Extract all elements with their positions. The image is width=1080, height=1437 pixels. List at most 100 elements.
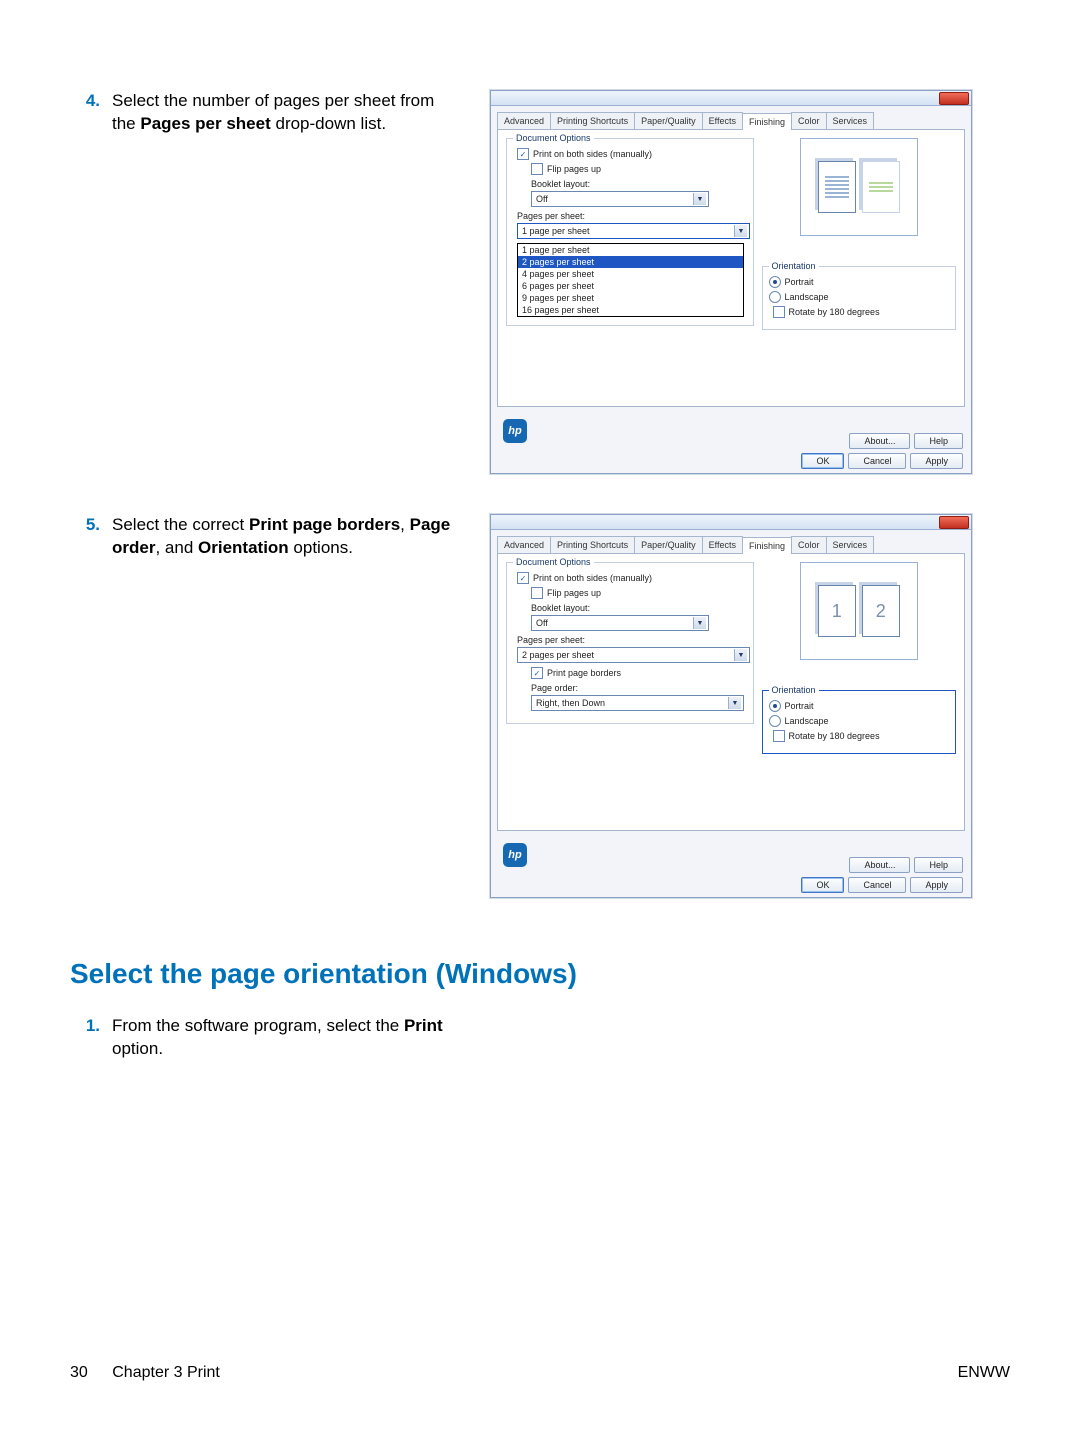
orientation-legend: Orientation	[769, 685, 819, 695]
step4-part-c: drop-down list.	[271, 114, 386, 133]
print-both-sides-checkbox[interactable]: ✓Print on both sides (manually)	[517, 572, 747, 584]
apply-button[interactable]: Apply	[910, 453, 963, 469]
hp-logo-icon: hp	[503, 843, 527, 867]
titlebar	[491, 91, 971, 106]
tab-advanced[interactable]: Advanced	[497, 112, 551, 129]
tab-paper[interactable]: Paper/Quality	[634, 112, 703, 129]
pps-label: Pages per sheet:	[517, 635, 747, 645]
pps-dropdown-list[interactable]: 1 page per sheet 2 pages per sheet 4 pag…	[517, 243, 744, 317]
step5-b: Print page borders	[249, 515, 400, 534]
close-icon[interactable]	[939, 516, 969, 529]
step4-bold: Pages per sheet	[140, 114, 270, 133]
rotate-checkbox[interactable]: Rotate by 180 degrees	[773, 730, 950, 742]
titlebar	[491, 515, 971, 530]
preview-page-2: 2	[862, 585, 900, 637]
page-number: 30	[70, 1364, 88, 1381]
step-number-5: 5.	[70, 514, 112, 560]
chevron-down-icon: ▼	[734, 225, 747, 237]
orientation-group: Orientation Portrait Landscape Rotate by…	[762, 690, 957, 754]
portrait-label: Portrait	[785, 701, 814, 711]
pps-label: Pages per sheet:	[517, 211, 747, 221]
step1-b: Print	[404, 1016, 443, 1035]
step1-c: option.	[112, 1039, 163, 1058]
chevron-down-icon: ▼	[693, 193, 706, 205]
tab-color[interactable]: Color	[791, 112, 827, 129]
pps-selected: 2 pages per sheet	[522, 650, 594, 660]
close-icon[interactable]	[939, 92, 969, 105]
print-preferences-dialog-2: Advanced Printing Shortcuts Paper/Qualit…	[490, 514, 972, 898]
ok-button[interactable]: OK	[801, 453, 844, 469]
preview-page-1: 1	[818, 585, 856, 637]
pages-per-sheet-dropdown[interactable]: 2 pages per sheet▼	[517, 647, 750, 663]
print-both-label: Print on both sides (manually)	[533, 149, 652, 159]
pages-per-sheet-dropdown[interactable]: 1 page per sheet▼	[517, 223, 750, 239]
pps-option-2[interactable]: 2 pages per sheet	[518, 256, 743, 268]
cancel-button[interactable]: Cancel	[848, 877, 906, 893]
tab-services[interactable]: Services	[826, 112, 875, 129]
page-order-value: Right, then Down	[536, 698, 605, 708]
tab-color[interactable]: Color	[791, 536, 827, 553]
step5-g: options.	[289, 538, 353, 557]
print-both-label: Print on both sides (manually)	[533, 573, 652, 583]
flip-pages-checkbox[interactable]: Flip pages up	[531, 587, 747, 599]
step5-e: , and	[155, 538, 198, 557]
document-options-group: Document Options ✓Print on both sides (m…	[506, 562, 754, 724]
tab-services[interactable]: Services	[826, 536, 875, 553]
step1-a: From the software program, select the	[112, 1016, 404, 1035]
rotate-checkbox[interactable]: Rotate by 180 degrees	[773, 306, 950, 318]
chapter-label: Chapter 3 Print	[112, 1364, 220, 1381]
orientation-legend: Orientation	[769, 261, 819, 271]
footer-right: ENWW	[958, 1364, 1010, 1382]
booklet-dropdown[interactable]: Off▼	[531, 615, 709, 631]
page-order-dropdown[interactable]: Right, then Down▼	[531, 695, 744, 711]
pps-option-4[interactable]: 4 pages per sheet	[518, 268, 743, 280]
portrait-radio[interactable]: Portrait	[769, 276, 950, 288]
pps-option-9[interactable]: 9 pages per sheet	[518, 292, 743, 304]
step-text-5: Select the correct Print page borders, P…	[112, 514, 460, 560]
portrait-radio[interactable]: Portrait	[769, 700, 950, 712]
rotate-label: Rotate by 180 degrees	[789, 731, 880, 741]
landscape-label: Landscape	[785, 716, 829, 726]
tab-finishing[interactable]: Finishing	[742, 537, 792, 554]
step5-a: Select the correct	[112, 515, 249, 534]
orientation-group: Orientation Portrait Landscape Rotate by…	[762, 266, 957, 330]
tab-advanced[interactable]: Advanced	[497, 536, 551, 553]
booklet-label: Booklet layout:	[531, 179, 747, 189]
flip-pages-checkbox[interactable]: Flip pages up	[531, 163, 747, 175]
doc-options-legend: Document Options	[513, 133, 594, 143]
booklet-dropdown[interactable]: Off ▼	[531, 191, 709, 207]
flip-label: Flip pages up	[547, 588, 601, 598]
tab-shortcuts[interactable]: Printing Shortcuts	[550, 112, 635, 129]
tab-effects[interactable]: Effects	[702, 536, 743, 553]
preview-page-1	[818, 161, 856, 213]
step5-f: Orientation	[198, 538, 289, 557]
page-preview	[800, 138, 918, 236]
pps-option-6[interactable]: 6 pages per sheet	[518, 280, 743, 292]
borders-label: Print page borders	[547, 668, 621, 678]
landscape-label: Landscape	[785, 292, 829, 302]
landscape-radio[interactable]: Landscape	[769, 715, 950, 727]
about-button[interactable]: About...	[849, 857, 910, 873]
document-options-group: Document Options ✓Print on both sides (m…	[506, 138, 754, 326]
page-order-label: Page order:	[531, 683, 747, 693]
help-button[interactable]: Help	[914, 433, 963, 449]
step-text-1: From the software program, select the Pr…	[112, 1015, 460, 1061]
about-button[interactable]: About...	[849, 433, 910, 449]
tab-finishing[interactable]: Finishing	[742, 113, 792, 130]
tab-effects[interactable]: Effects	[702, 112, 743, 129]
tab-shortcuts[interactable]: Printing Shortcuts	[550, 536, 635, 553]
apply-button[interactable]: Apply	[910, 877, 963, 893]
print-both-sides-checkbox[interactable]: ✓Print on both sides (manually)	[517, 148, 747, 160]
booklet-value: Off	[536, 194, 548, 204]
cancel-button[interactable]: Cancel	[848, 453, 906, 469]
pps-option-1[interactable]: 1 page per sheet	[518, 244, 743, 256]
pps-option-16[interactable]: 16 pages per sheet	[518, 304, 743, 316]
tab-paper[interactable]: Paper/Quality	[634, 536, 703, 553]
section-heading: Select the page orientation (Windows)	[70, 958, 1010, 990]
help-button[interactable]: Help	[914, 857, 963, 873]
print-page-borders-checkbox[interactable]: ✓Print page borders	[531, 667, 747, 679]
ok-button[interactable]: OK	[801, 877, 844, 893]
tabs-row: Advanced Printing Shortcuts Paper/Qualit…	[497, 112, 965, 129]
landscape-radio[interactable]: Landscape	[769, 291, 950, 303]
booklet-value: Off	[536, 618, 548, 628]
